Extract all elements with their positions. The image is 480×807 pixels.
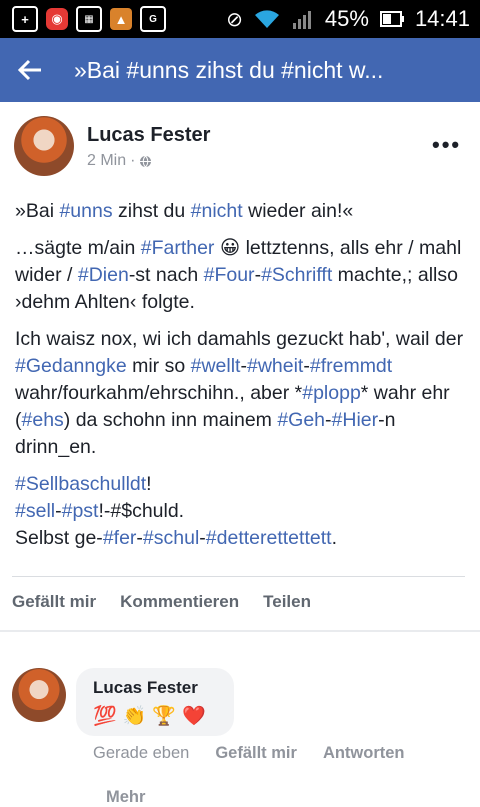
post-author[interactable]: Lucas Fester: [87, 124, 210, 147]
like-button[interactable]: Gefällt mir: [12, 592, 96, 612]
post-text: »Bai #unns zihst du #nicht wieder ain!« ……: [15, 198, 470, 562]
hashtag-link[interactable]: #Four: [204, 264, 255, 286]
post-text-run: wieder ain!«: [242, 200, 354, 222]
status-bar: + ◉ ▦ ▲ G ⊘ 45% 14:41: [0, 0, 480, 38]
emoji: 💯: [93, 706, 117, 727]
hashtag-link[interactable]: #Geh: [277, 409, 325, 431]
comment-button[interactable]: Kommentieren: [120, 592, 239, 612]
post-meta: 2 Min ·: [87, 152, 152, 170]
divider: [12, 576, 465, 577]
system-icons: ⊘ 45% 14:41: [226, 6, 480, 32]
clock: 14:41: [414, 6, 470, 31]
hashtag-link[interactable]: #wellt: [191, 355, 241, 377]
post-text-run: wahr/fourkahm/ehrschihn., aber *: [15, 382, 303, 404]
share-button[interactable]: Teilen: [263, 592, 311, 612]
post-paragraph: Ich waisz nox, wi ich damahls gezuckt ha…: [15, 326, 470, 461]
comment-bubble[interactable]: Lucas Fester 💯 👏 🏆 ❤️: [76, 668, 234, 736]
hashtag-link[interactable]: #Dien: [78, 264, 129, 286]
notification-icons: + ◉ ▦ ▲ G: [0, 6, 166, 32]
comment-avatar[interactable]: [12, 668, 66, 722]
comment-time: Gerade eben: [93, 744, 190, 762]
post-paragraph: »Bai #unns zihst du #nicht wieder ain!«: [15, 198, 470, 225]
meta-separator: ·: [130, 152, 136, 169]
post-paragraph: …sägte m/ain #Farther 😀 lettztenns, alls…: [15, 235, 470, 316]
hashtag-link[interactable]: #Gedanngke: [15, 355, 127, 377]
hashtag-link[interactable]: #Hier: [332, 409, 379, 431]
comment-reply-button[interactable]: Antworten: [323, 744, 405, 763]
camera-notification-icon: ◉: [46, 8, 68, 30]
hashtag-link[interactable]: #plopp: [302, 382, 361, 404]
post-text-run: ) da schohn inn mainem: [63, 409, 278, 431]
wifi-icon: [254, 10, 279, 28]
hashtag-link[interactable]: #unns: [59, 200, 112, 222]
emoji: 👏: [122, 706, 147, 727]
hashtag-link[interactable]: #sell: [15, 500, 55, 522]
mute-icon: ⊘: [226, 8, 243, 31]
post-actions: Gefällt mir Kommentieren Teilen: [12, 592, 311, 612]
post-text-run: Ich waisz nox, wi ich damahls gezuckt ha…: [15, 328, 464, 350]
comment-text: 💯 👏 🏆 ❤️: [93, 704, 206, 728]
post-text-run: !-#$chuld.: [98, 500, 185, 522]
comment-like-button[interactable]: Gefällt mir: [215, 744, 297, 763]
globe-icon: [140, 155, 152, 167]
hashtag-link[interactable]: #Farther: [141, 237, 215, 259]
back-button[interactable]: [0, 38, 60, 102]
hashtag-link[interactable]: #nicht: [191, 200, 243, 222]
post-text-run: »Bai: [15, 200, 60, 222]
post-text-run: .: [331, 527, 337, 549]
post-text-run: …sägte m/ain: [15, 237, 141, 259]
post-text-run: !: [146, 473, 152, 495]
hashtag-link[interactable]: #ehs: [22, 409, 64, 431]
post-text-run: zihst du: [112, 200, 191, 222]
emoji: 🏆: [152, 706, 177, 727]
hashtag-link[interactable]: #wheit: [247, 355, 303, 377]
signal-icon: [292, 11, 311, 29]
app-bar: »Bai #unns zihst du #nicht w...: [0, 38, 480, 102]
post-text-run: Selbst ge-: [15, 527, 103, 549]
hashtag-link[interactable]: #fer: [103, 527, 137, 549]
author-avatar[interactable]: [14, 116, 74, 176]
news-notification-icon: G: [140, 6, 166, 32]
emoji: ❤️: [182, 706, 206, 727]
battery-icon: [379, 11, 404, 27]
comment-actions: Gerade eben Gefällt mir Antworten: [93, 744, 405, 763]
add-notification-icon: +: [12, 6, 38, 32]
battery-percent: 45%: [324, 6, 369, 31]
hashtag-link[interactable]: #Sellbaschulldt: [15, 473, 146, 495]
page-title: »Bai #unns zihst du #nicht w...: [74, 56, 384, 83]
hashtag-link[interactable]: #pst: [62, 500, 99, 522]
gallery-notification-icon: ▲: [110, 8, 132, 30]
post-text-run: mir so: [126, 355, 191, 377]
post-time[interactable]: 2 Min: [87, 152, 126, 170]
post-options-icon[interactable]: •••: [432, 132, 461, 158]
hashtag-link[interactable]: #Schrifft: [261, 264, 332, 286]
back-arrow-icon: [17, 59, 41, 81]
hashtag-link[interactable]: #detterettettett: [206, 527, 332, 549]
more-comments-link[interactable]: Mehr: [106, 788, 145, 807]
post-text-run: -st nach: [128, 264, 204, 286]
post-paragraph: #Sellbaschulldt! #sell-#pst!-#$chuld. Selb…: [15, 471, 470, 552]
hashtag-link[interactable]: #fremmdt: [310, 355, 392, 377]
hashtag-link[interactable]: #schul: [143, 527, 199, 549]
section-divider: [0, 630, 480, 632]
comment-author[interactable]: Lucas Fester: [93, 678, 198, 698]
calendar-notification-icon: ▦: [76, 6, 102, 32]
